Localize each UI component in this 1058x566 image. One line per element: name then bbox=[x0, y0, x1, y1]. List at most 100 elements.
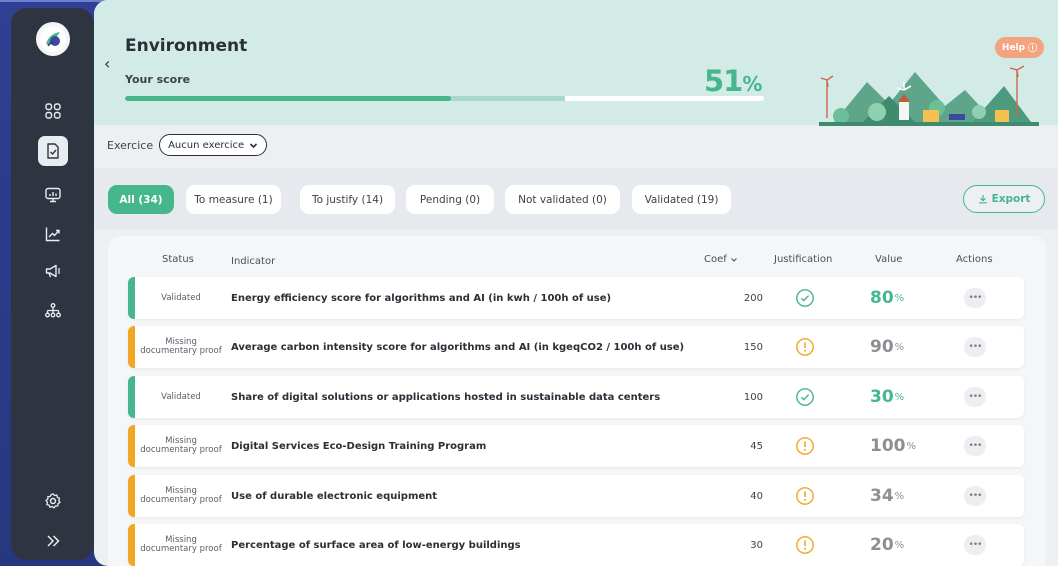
table-row[interactable]: Validated Share of digital solutions or … bbox=[128, 376, 1024, 418]
check-circle-icon[interactable] bbox=[795, 387, 815, 407]
row-status: Missing documentary proof bbox=[136, 475, 226, 517]
sidebar bbox=[11, 8, 94, 560]
sidebar-item-communication[interactable] bbox=[38, 256, 68, 286]
row-indicator: Energy efficiency score for algorithms a… bbox=[231, 292, 612, 304]
row-actions-button[interactable]: ••• bbox=[964, 387, 986, 407]
row-indicator: Average carbon intensity score for algor… bbox=[231, 341, 685, 353]
exercice-selector-row: Exercice Aucun exercice bbox=[107, 134, 268, 156]
row-indicator: Digital Services Eco-Design Training Pro… bbox=[231, 440, 487, 452]
row-coef: 45 bbox=[750, 440, 763, 452]
row-actions-button[interactable]: ••• bbox=[964, 288, 986, 308]
row-coef: 100 bbox=[743, 391, 763, 403]
back-button[interactable]: ‹ bbox=[104, 54, 110, 73]
more-icon: ••• bbox=[968, 293, 983, 303]
document-check-icon bbox=[47, 143, 59, 159]
sidebar-item-dashboard[interactable] bbox=[38, 96, 68, 126]
warning-circle-icon[interactable] bbox=[795, 337, 815, 357]
column-header-coef[interactable]: Coef bbox=[704, 254, 738, 265]
more-icon: ••• bbox=[968, 540, 983, 550]
page-header: ‹ Environment Your score 51% Help ⓘ bbox=[94, 0, 1058, 126]
sidebar-item-indicators[interactable] bbox=[38, 136, 68, 166]
filter-tab-not-validated[interactable]: Not validated (0) bbox=[505, 185, 620, 214]
table-row[interactable]: Missing documentary proof Digital Service… bbox=[128, 425, 1024, 467]
row-status-line2: documentary proof bbox=[140, 544, 222, 554]
coef-header-label: Coef bbox=[704, 254, 727, 265]
row-value-number: 30 bbox=[870, 387, 894, 407]
row-value: 20% bbox=[870, 524, 904, 566]
row-status: Missing documentary proof bbox=[136, 425, 226, 467]
exercice-select[interactable]: Aucun exercice bbox=[159, 134, 268, 156]
main-panel: ‹ Environment Your score 51% Help ⓘ Exer… bbox=[94, 0, 1058, 566]
score-label: Your score bbox=[125, 73, 191, 86]
row-actions-button[interactable]: ••• bbox=[964, 436, 986, 456]
status-color-strip bbox=[128, 475, 135, 517]
status-color-strip bbox=[128, 376, 135, 418]
exercice-label: Exercice bbox=[107, 138, 154, 152]
row-actions-button[interactable]: ••• bbox=[964, 486, 986, 506]
help-button[interactable]: Help ⓘ bbox=[995, 37, 1044, 58]
export-label: Export bbox=[991, 193, 1031, 205]
score-progress-bar bbox=[125, 96, 764, 101]
score-progress-fill bbox=[125, 96, 451, 101]
score-unit: % bbox=[742, 72, 762, 96]
sidebar-item-reports[interactable] bbox=[38, 180, 68, 210]
row-value: 100% bbox=[870, 425, 916, 467]
row-value: 80% bbox=[870, 277, 904, 319]
filter-tab-validated[interactable]: Validated (19) bbox=[632, 185, 731, 214]
sidebar-item-trends[interactable] bbox=[38, 219, 68, 249]
warning-circle-icon[interactable] bbox=[795, 535, 815, 555]
warning-circle-icon[interactable] bbox=[795, 486, 815, 506]
row-value-unit: % bbox=[894, 539, 905, 551]
org-chart-icon bbox=[45, 303, 61, 318]
warning-circle-icon[interactable] bbox=[795, 436, 815, 456]
filter-tab-to-measure[interactable]: To measure (1) bbox=[186, 185, 281, 214]
table-row[interactable]: Missing documentary proof Average carbon … bbox=[128, 326, 1024, 368]
column-header-justification: Justification bbox=[774, 254, 833, 265]
column-header-indicator: Indicator bbox=[231, 256, 276, 267]
megaphone-icon bbox=[45, 264, 60, 278]
settings-icon bbox=[45, 493, 61, 509]
row-coef: 40 bbox=[750, 490, 763, 502]
status-color-strip bbox=[128, 326, 135, 368]
row-value-number: 90 bbox=[870, 337, 894, 357]
download-icon bbox=[978, 195, 987, 204]
filter-tab-pending[interactable]: Pending (0) bbox=[406, 185, 494, 214]
row-value: 34% bbox=[870, 475, 904, 517]
check-circle-icon[interactable] bbox=[795, 288, 815, 308]
table-row[interactable]: Missing documentary proof Percentage of s… bbox=[128, 524, 1024, 566]
row-value-unit: % bbox=[894, 292, 905, 304]
row-status-line2: documentary proof bbox=[140, 445, 222, 455]
row-actions-button[interactable]: ••• bbox=[964, 535, 986, 555]
table-row[interactable]: Missing documentary proof Use of durable … bbox=[128, 475, 1024, 517]
row-value-unit: % bbox=[906, 440, 917, 452]
sidebar-item-organization[interactable] bbox=[38, 296, 68, 326]
filter-tab-to-justify[interactable]: To justify (14) bbox=[300, 185, 395, 214]
row-indicator: Percentage of surface area of low-energy… bbox=[231, 539, 521, 551]
expand-icon bbox=[47, 535, 60, 547]
presentation-chart-icon bbox=[45, 187, 61, 203]
row-status: Missing documentary proof bbox=[136, 326, 226, 368]
filter-tab-all[interactable]: All (34) bbox=[108, 185, 174, 214]
info-icon: ⓘ bbox=[1028, 44, 1038, 54]
help-label: Help bbox=[1001, 42, 1026, 53]
row-value: 90% bbox=[870, 326, 904, 368]
status-color-strip bbox=[128, 524, 135, 566]
row-value: 30% bbox=[870, 376, 904, 418]
row-value-number: 80 bbox=[870, 288, 894, 308]
column-header-value: Value bbox=[875, 254, 903, 265]
row-actions-button[interactable]: ••• bbox=[964, 337, 986, 357]
row-coef: 200 bbox=[743, 292, 763, 304]
column-header-status: Status bbox=[162, 254, 194, 265]
trend-chart-icon bbox=[45, 227, 60, 242]
app-logo[interactable] bbox=[36, 22, 70, 56]
row-value-unit: % bbox=[894, 391, 905, 403]
row-value-unit: % bbox=[894, 490, 905, 502]
sidebar-item-settings[interactable] bbox=[38, 486, 68, 516]
table-row[interactable]: Validated Energy efficiency score for al… bbox=[128, 277, 1024, 319]
row-indicator: Share of digital solutions or applicatio… bbox=[231, 391, 661, 403]
sidebar-expand-button[interactable] bbox=[38, 526, 68, 556]
row-status-line2: documentary proof bbox=[140, 495, 222, 505]
row-status-line2: documentary proof bbox=[140, 346, 222, 356]
sort-chevron-icon bbox=[730, 257, 737, 262]
export-button[interactable]: Export bbox=[963, 185, 1045, 213]
